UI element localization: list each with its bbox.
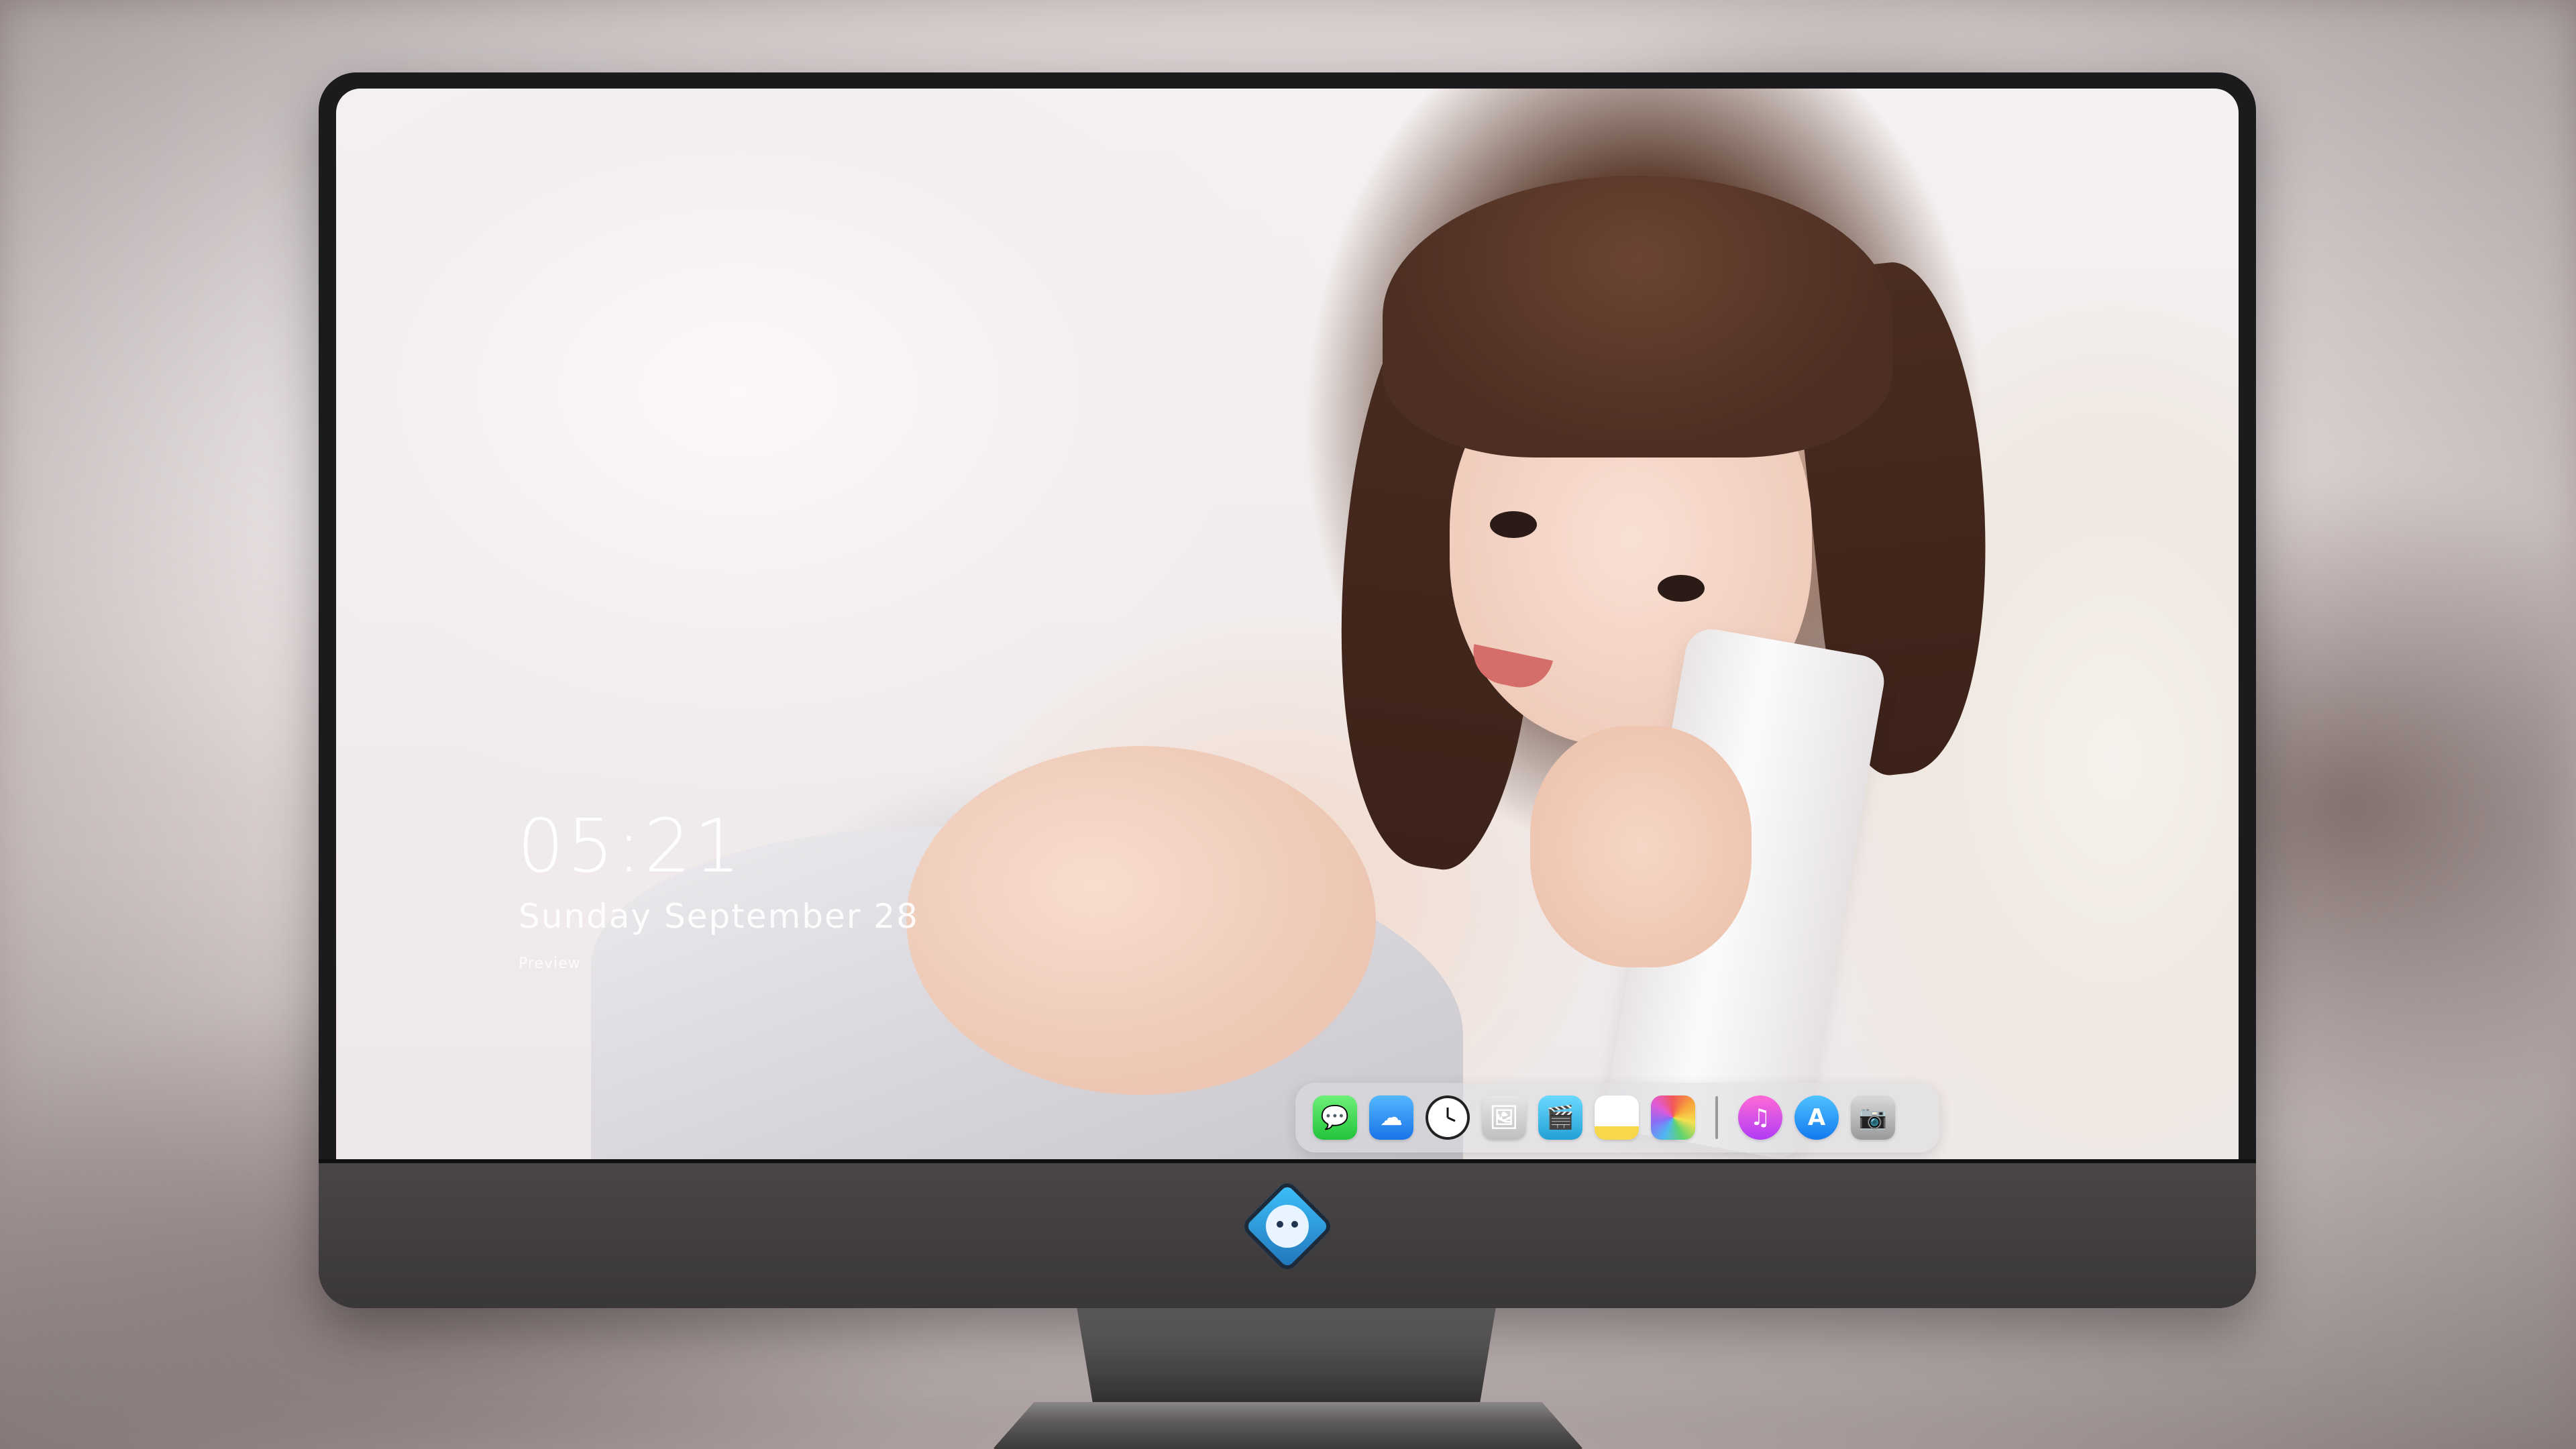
wallpaper-eye-right — [1658, 575, 1705, 602]
camera-icon[interactable]: 📷 — [1851, 1095, 1895, 1140]
preview-glyph: 🖼 — [1489, 1104, 1519, 1131]
monitor-chin — [319, 1159, 2256, 1308]
app-store-glyph: A — [1807, 1104, 1826, 1131]
wallpaper-eye-left — [1490, 511, 1537, 538]
dock: 💬 ☁ 🖼 🎬 ♫ A 📷 — [1295, 1083, 1939, 1152]
clock-hands-icon — [1446, 1108, 1456, 1122]
camera-glyph: 📷 — [1858, 1104, 1888, 1131]
preview-icon[interactable]: 🖼 — [1482, 1095, 1526, 1140]
music-glyph: ♫ — [1750, 1104, 1771, 1131]
wallpaper-hand — [1530, 726, 1752, 967]
screen-wallpaper: 05:21 Sunday September 28 Preview 💬 ☁ 🖼 … — [336, 89, 2239, 1161]
brand-logo-icon — [1240, 1179, 1335, 1274]
monitor: 05:21 Sunday September 28 Preview 💬 ☁ 🖼 … — [319, 72, 2256, 1308]
messages-icon[interactable]: 💬 — [1313, 1095, 1357, 1140]
monitor-stand-base — [993, 1402, 1583, 1449]
messages-glyph: 💬 — [1320, 1104, 1350, 1131]
notes-icon[interactable] — [1595, 1095, 1639, 1140]
logo-face — [1266, 1205, 1309, 1248]
photos-icon[interactable] — [1651, 1095, 1695, 1140]
lock-screen-date: Sunday September 28 — [519, 897, 919, 936]
weather-glyph: ☁ — [1380, 1104, 1403, 1131]
app-store-icon[interactable]: A — [1794, 1095, 1839, 1140]
lock-screen-preview-text: Preview — [519, 955, 581, 972]
clapper-icon[interactable]: 🎬 — [1538, 1095, 1582, 1140]
lock-screen-time: 05:21 — [517, 803, 744, 889]
clock-icon[interactable] — [1426, 1095, 1470, 1140]
wallpaper-bangs — [1383, 176, 1892, 458]
music-icon[interactable]: ♫ — [1738, 1095, 1782, 1140]
wallpaper-shoulder — [906, 746, 1376, 1095]
clapper-glyph: 🎬 — [1546, 1104, 1575, 1131]
monitor-stand-neck — [1077, 1307, 1496, 1407]
dock-separator — [1715, 1096, 1718, 1139]
weather-icon[interactable]: ☁ — [1369, 1095, 1413, 1140]
